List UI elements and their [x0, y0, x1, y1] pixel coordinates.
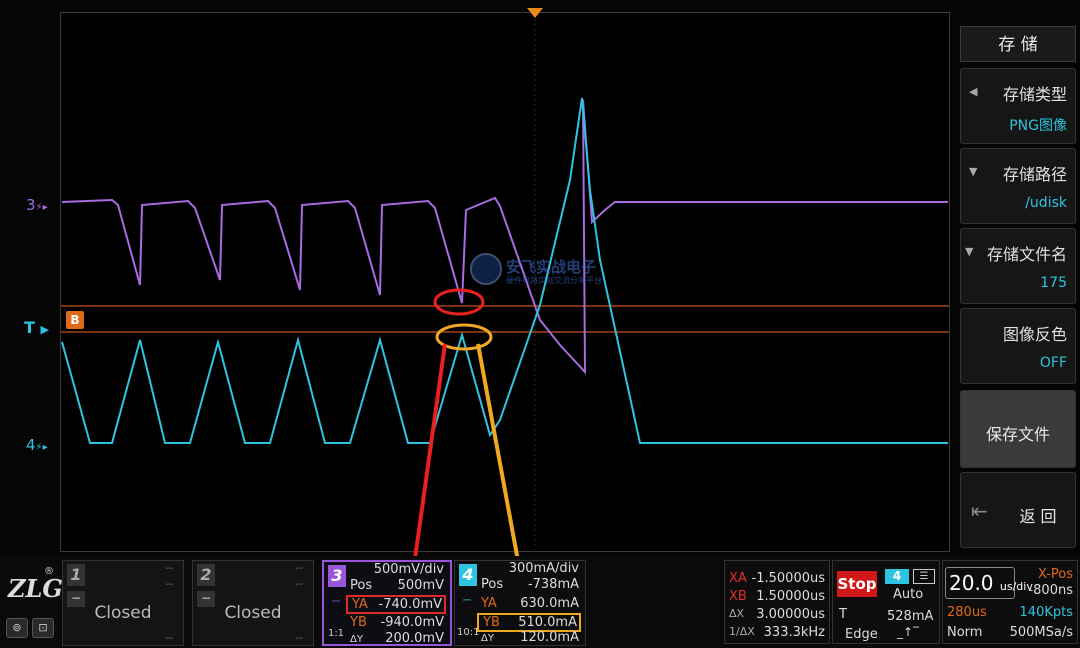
left-arrow-icon: ◀	[969, 85, 978, 98]
ch3-position: 500mV	[397, 578, 444, 593]
ch4-probe-ratio: 10:1	[457, 627, 480, 638]
menu-save-file-button[interactable]: 保存文件	[960, 390, 1076, 468]
watermark: 安飞实战电子 硬件电路实战交流分享平台	[470, 253, 630, 287]
run-stop-status[interactable]: Stop	[837, 571, 877, 597]
status-bar: ZLG ® ⊚ ⊡ 1 -- -- − Closed -- 2 -- -- − …	[0, 556, 1080, 648]
ch4-dc-coupling-icon: ⎓	[463, 595, 471, 606]
screenshot-icon[interactable]: ⊡	[32, 618, 54, 638]
ch4-scale: 300mA/div	[508, 561, 579, 576]
rising-edge-icon: _↑‾	[897, 625, 920, 639]
ch2-info-panel[interactable]: 2 -- -- − Closed --	[192, 560, 314, 646]
ch3-scale: 500mV/div	[373, 562, 444, 577]
cursor-xa-value: -1.50000us	[751, 571, 825, 586]
memory-depth: 140Kpts	[1019, 605, 1073, 620]
ch3-yb-value: -940.0mV	[380, 615, 444, 630]
brand-logo: ZLG	[8, 574, 63, 603]
storage-menu: 存 储 ◀ 存储类型 PNG图像 ▼ 存储路径 /udisk ▼ 存储文件名 1…	[956, 22, 1080, 552]
menu-back-button[interactable]: ⇤ 返 回	[960, 472, 1076, 548]
cursor-xb-value: 1.50000us	[756, 589, 825, 604]
ch3-dc-coupling-icon: ⎓	[332, 596, 340, 607]
watermark-avatar-icon	[470, 253, 502, 285]
ch4-delta-y: 120.0mA	[520, 630, 579, 645]
menu-image-invert[interactable]: 图像反色 OFF	[960, 308, 1076, 384]
ch4-level-marker[interactable]: 4⚡▸	[26, 436, 48, 454]
trigger-level-marker[interactable]: T ▶	[24, 318, 49, 337]
ch2-status: Closed	[224, 603, 282, 623]
x-position: -800ns	[1028, 583, 1073, 598]
ch3-delta-y: 200.0mV	[385, 631, 444, 646]
trigger-level: 528mA	[887, 609, 934, 624]
ch1-info-panel[interactable]: 1 -- -- − Closed --	[62, 560, 184, 646]
ch4-ya-value: 630.0mA	[520, 596, 579, 611]
menu-storage-type[interactable]: ◀ 存储类型 PNG图像	[960, 68, 1076, 144]
timebase-panel[interactable]: 20.0 us/div X-Pos -800ns 280us 140Kpts N…	[942, 560, 1078, 644]
cursor-readout-panel[interactable]: XA -1.50000us XB 1.50000us ΔX 3.00000us 1/Δ…	[724, 560, 830, 644]
delay-value: 280us	[947, 605, 987, 620]
ch3-ya-value: -740.0mV	[378, 597, 442, 612]
ch3-level-marker[interactable]: 3⚡▸	[26, 196, 48, 214]
ch3-info-panel[interactable]: 3 500mV/div Pos 500mV ⎓ YA -740.0mV YB -940…	[322, 560, 452, 646]
menu-title: 存 储	[960, 26, 1076, 62]
ch4-yb-value: 510.0mA	[518, 615, 577, 630]
ch3-probe-ratio: 1:1	[327, 628, 345, 639]
sample-rate: 500MSa/s	[1009, 625, 1073, 640]
ch1-status: Closed	[94, 603, 152, 623]
trigger-mode: Auto	[893, 587, 924, 602]
registered-mark: ®	[44, 566, 54, 577]
down-arrow-icon: ▼	[965, 245, 974, 258]
timebase-scale[interactable]: 20.0 us/div	[945, 567, 1033, 599]
trigger-panel[interactable]: Stop 4 ☰ Auto T 528mA Edge _↑‾	[832, 560, 940, 644]
trigger-source: 4	[885, 569, 909, 584]
trigger-menu-icon: ☰	[913, 569, 935, 584]
trigger-type: Edge	[845, 627, 878, 642]
cursor-b-badge: B	[66, 311, 84, 329]
down-arrow-icon: ▼	[969, 165, 978, 178]
cursor-delta-x: 3.00000us	[756, 607, 825, 622]
cursor-frequency: 333.3kHz	[763, 625, 825, 640]
ch4-info-panel[interactable]: 4 300mA/div Pos -738mA ⎓ YA 630.0mA YB 510.…	[454, 560, 586, 646]
ch4-position: -738mA	[527, 577, 579, 592]
menu-storage-path[interactable]: ▼ 存储路径 /udisk	[960, 148, 1076, 224]
menu-storage-filename[interactable]: ▼ 存储文件名 175	[960, 228, 1076, 304]
network-icon[interactable]: ⊚	[6, 618, 28, 638]
oscilloscope-screen: 3⚡▸ 4⚡▸ T ▶ B 安飞实战电子 硬件电路实战交流分享平台 存 储 ◀ …	[0, 0, 1080, 648]
acquire-mode: Norm	[947, 625, 983, 640]
